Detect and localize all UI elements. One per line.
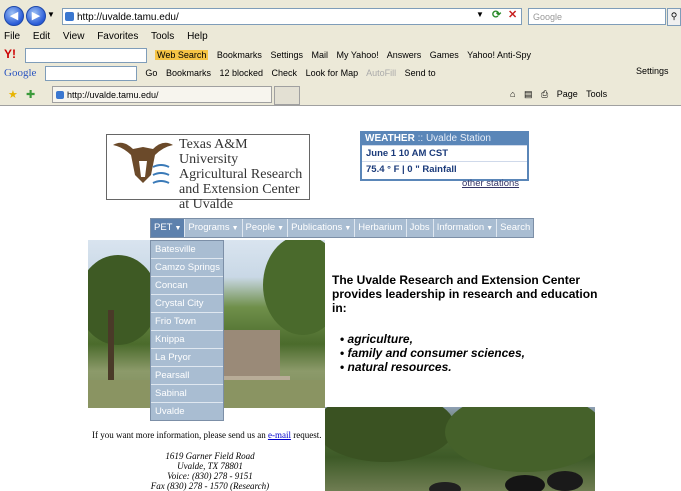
pet-item-batesville[interactable]: Batesville bbox=[151, 241, 223, 259]
nav-publications[interactable]: Publications ▼ bbox=[288, 219, 356, 237]
list-item: family and consumer sciences, bbox=[340, 346, 525, 360]
google-map-button[interactable]: Look for Map bbox=[306, 68, 359, 78]
weather-header: WEATHER :: Uvalde Station bbox=[362, 133, 527, 145]
nav-people[interactable]: People ▼ bbox=[243, 219, 289, 237]
yahoo-mail-button[interactable]: Mail bbox=[311, 50, 328, 60]
print-icon[interactable]: ⎙ bbox=[541, 89, 548, 99]
yahoo-answers-button[interactable]: Answers bbox=[387, 50, 422, 60]
nav-pet[interactable]: PET ▼ bbox=[151, 219, 186, 237]
yahoo-logo-icon[interactable]: Y! bbox=[4, 47, 16, 61]
yahoo-bookmarks-button[interactable]: Bookmarks bbox=[217, 50, 262, 60]
pet-item-concan[interactable]: Concan bbox=[151, 277, 223, 295]
dropdown-arrow-icon: ▼ bbox=[277, 225, 285, 232]
other-stations-link[interactable]: other stations bbox=[462, 178, 519, 189]
google-search-input[interactable] bbox=[44, 66, 137, 81]
focus-areas-list: agriculture, family and consumer science… bbox=[340, 332, 525, 374]
ie-page-icon bbox=[65, 12, 74, 21]
add-favorite-icon[interactable]: ✚ bbox=[26, 88, 35, 101]
browser-tab[interactable]: http://uvalde.tamu.edu/ bbox=[52, 86, 272, 103]
main-nav: PET ▼ Programs ▼ People ▼ Publications ▼ Her… bbox=[150, 218, 535, 238]
info-request-text: If you want more information, please sen… bbox=[92, 430, 322, 440]
pet-item-la-pryor[interactable]: La Pryor bbox=[151, 349, 223, 367]
dropdown-arrow-icon: ▼ bbox=[231, 225, 239, 232]
back-button[interactable]: ◀ bbox=[4, 6, 24, 26]
weather-reading: 75.4 ° F | 0 " Rainfall bbox=[362, 161, 527, 177]
address-bar[interactable]: http://uvalde.tamu.edu/ bbox=[62, 8, 522, 25]
pet-dropdown: Batesville Camzo Springs Concan Crystal … bbox=[150, 240, 224, 421]
feeds-icon[interactable]: ▤ bbox=[524, 89, 533, 99]
menu-favorites[interactable]: Favorites bbox=[97, 31, 138, 42]
dropdown-arrow-icon: ▼ bbox=[344, 225, 352, 232]
stop-icon[interactable]: ✕ bbox=[508, 8, 517, 21]
nav-information[interactable]: Information ▼ bbox=[434, 219, 498, 237]
forward-button[interactable]: ▶ bbox=[26, 6, 46, 26]
address-dropdown-icon[interactable]: ▼ bbox=[476, 10, 484, 19]
menu-view[interactable]: View bbox=[63, 31, 85, 42]
pet-item-frio-town[interactable]: Frio Town bbox=[151, 313, 223, 331]
pet-item-pearsall[interactable]: Pearsall bbox=[151, 367, 223, 385]
nav-programs[interactable]: Programs ▼ bbox=[185, 219, 243, 237]
list-item: agriculture, bbox=[340, 332, 525, 346]
tab-page-icon bbox=[56, 91, 64, 99]
google-go-button[interactable]: Go bbox=[145, 68, 157, 78]
pet-item-crystal-city[interactable]: Crystal City bbox=[151, 295, 223, 313]
google-bookmarks-button[interactable]: Bookmarks bbox=[166, 68, 211, 78]
menu-edit[interactable]: Edit bbox=[33, 31, 50, 42]
favorites-star-icon[interactable]: ★ bbox=[8, 88, 18, 101]
yahoo-search-input[interactable] bbox=[24, 48, 147, 64]
cattle-photo bbox=[325, 407, 595, 491]
home-icon[interactable]: ⌂ bbox=[510, 89, 515, 99]
dropdown-arrow-icon: ▼ bbox=[486, 225, 494, 232]
search-box[interactable]: Google bbox=[528, 8, 666, 25]
google-settings-button[interactable]: Settings bbox=[636, 66, 669, 76]
yahoo-my-yahoo-button[interactable]: My Yahoo! bbox=[337, 50, 379, 60]
menu-file[interactable]: File bbox=[4, 31, 20, 42]
tab-title: http://uvalde.tamu.edu/ bbox=[67, 90, 159, 100]
yahoo-web-search-button[interactable]: Web Search bbox=[155, 50, 209, 60]
pet-item-camzo-springs[interactable]: Camzo Springs bbox=[151, 259, 223, 277]
logo-text: Texas A&M University Agricultural Resear… bbox=[179, 137, 303, 212]
tools-menu-button[interactable]: Tools bbox=[586, 89, 607, 99]
weather-station: Uvalde Station bbox=[425, 133, 491, 144]
yahoo-antispy-button[interactable]: Yahoo! Anti-Spy bbox=[467, 50, 531, 60]
command-bar: ⌂ ▤ ⎙ Page Tools bbox=[510, 89, 613, 100]
yahoo-settings-button[interactable]: Settings bbox=[270, 50, 303, 60]
longhorn-logo-icon bbox=[109, 137, 177, 195]
center-logo[interactable]: Texas A&M University Agricultural Resear… bbox=[106, 134, 310, 212]
pet-item-sabinal[interactable]: Sabinal bbox=[151, 385, 223, 403]
nav-herbarium[interactable]: Herbarium bbox=[355, 219, 407, 237]
google-toolbar: Google Go Bookmarks 12 blocked Check Loo… bbox=[4, 66, 442, 81]
google-logo[interactable]: Google bbox=[4, 67, 36, 79]
list-item: natural resources. bbox=[340, 360, 525, 374]
address-text: http://uvalde.tamu.edu/ bbox=[77, 12, 179, 23]
search-go-icon[interactable]: ⚲ bbox=[667, 8, 681, 26]
pet-item-knippa[interactable]: Knippa bbox=[151, 331, 223, 349]
email-link[interactable]: e-mail bbox=[268, 430, 291, 440]
pet-item-uvalde[interactable]: Uvalde bbox=[151, 403, 223, 420]
menu-bar: File Edit View Favorites Tools Help bbox=[4, 31, 218, 42]
weather-datetime: June 1 10 AM CST bbox=[362, 145, 527, 161]
nav-search[interactable]: Search bbox=[497, 219, 533, 237]
yahoo-toolbar: Y! Web Search Bookmarks Settings Mail My… bbox=[4, 47, 537, 64]
dropdown-arrow-icon: ▼ bbox=[174, 225, 182, 232]
menu-help[interactable]: Help bbox=[187, 31, 208, 42]
intro-text: The Uvalde Research and Extension Center… bbox=[332, 273, 598, 315]
nav-jobs[interactable]: Jobs bbox=[407, 219, 434, 237]
yahoo-games-button[interactable]: Games bbox=[430, 50, 459, 60]
google-sendto-button[interactable]: Send to bbox=[405, 68, 436, 78]
google-check-button[interactable]: Check bbox=[272, 68, 298, 78]
address-block: 1619 Garner Field Road Uvalde, TX 78801 … bbox=[150, 451, 270, 491]
weather-widget: WEATHER :: Uvalde Station June 1 10 AM C… bbox=[360, 131, 529, 181]
page-menu-button[interactable]: Page bbox=[557, 89, 578, 99]
history-dropdown-icon[interactable]: ▼ bbox=[47, 10, 55, 19]
refresh-icon[interactable]: ⟳ bbox=[492, 8, 501, 21]
menu-tools[interactable]: Tools bbox=[151, 31, 174, 42]
google-popup-blocked[interactable]: 12 blocked bbox=[219, 68, 263, 78]
new-tab-button[interactable] bbox=[274, 86, 300, 105]
google-autofill-button[interactable]: AutoFill bbox=[366, 68, 396, 78]
browser-chrome: ◀ ▶ ▼ http://uvalde.tamu.edu/ ▼ ⟳ ✕ Goog… bbox=[0, 0, 681, 106]
